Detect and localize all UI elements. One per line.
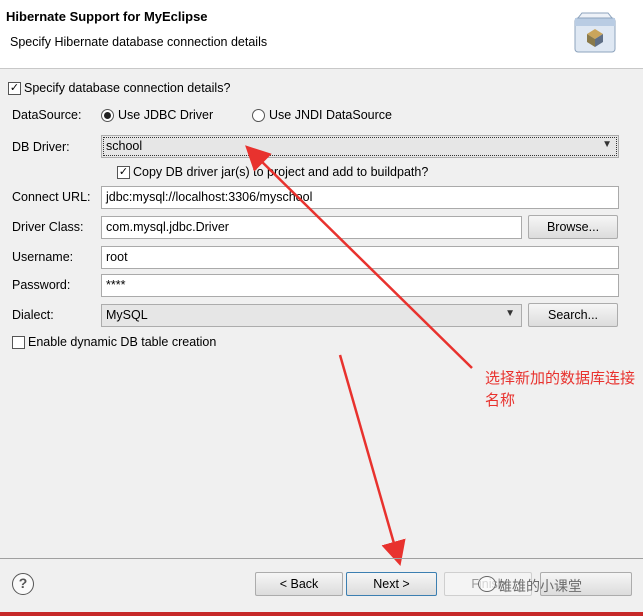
radio-use-jdbc[interactable]: [101, 109, 114, 122]
driver-class-label: Driver Class:: [12, 220, 84, 234]
wizard-title: Hibernate Support for MyEclipse: [6, 9, 208, 24]
watermark-text: 雄雄的小课堂: [498, 578, 582, 594]
radio-use-jdbc-label: Use JDBC Driver: [118, 108, 214, 122]
arrow-to-next-button: [338, 354, 406, 567]
radio-use-jndi[interactable]: [252, 109, 265, 122]
db-driver-value: school: [106, 139, 143, 153]
browse-button[interactable]: Browse...: [528, 215, 618, 239]
wizard-banner: Hibernate Support for MyEclipse Specify …: [0, 0, 643, 69]
specify-details-label: Specify database connection details?: [24, 81, 231, 95]
dynamic-table-label: Enable dynamic DB table creation: [28, 335, 217, 349]
username-input[interactable]: root: [101, 246, 619, 269]
copy-jars-label: Copy DB driver jar(s) to project and add…: [133, 165, 429, 179]
search-button[interactable]: Search...: [528, 303, 618, 327]
db-driver-select[interactable]: school ▼: [101, 135, 619, 158]
next-button[interactable]: Next >: [346, 572, 437, 596]
footer-separator: [0, 558, 643, 559]
chevron-down-icon: ▼: [602, 139, 612, 150]
driver-class-input[interactable]: com.mysql.jdbc.Driver: [101, 216, 522, 239]
password-input[interactable]: ****: [101, 274, 619, 297]
db-driver-label: DB Driver:: [12, 140, 70, 154]
dynamic-table-checkbox[interactable]: [12, 336, 25, 349]
copy-jars-checkbox[interactable]: ✓: [117, 166, 130, 179]
dialect-value: MySQL: [106, 308, 148, 322]
chevron-down-icon: ▼: [505, 308, 515, 319]
dialect-label: Dialect:: [12, 308, 54, 322]
connect-url-input[interactable]: jdbc:mysql://localhost:3306/myschool: [101, 186, 619, 209]
bottom-border: [0, 612, 643, 616]
connect-url-label: Connect URL:: [12, 190, 91, 204]
help-icon[interactable]: ?: [12, 573, 34, 595]
annotation-text: 选择新加的数据库连接名称: [485, 370, 636, 409]
check-icon: ✓: [118, 166, 129, 178]
wizard-banner-icon: [574, 12, 616, 53]
username-label: Username:: [12, 250, 74, 264]
datasource-label: DataSource:: [12, 108, 82, 122]
back-button[interactable]: < Back: [255, 572, 343, 596]
wizard-subtitle: Specify Hibernate database connection de…: [10, 35, 268, 49]
password-label: Password:: [12, 278, 71, 292]
dialect-select[interactable]: MySQL ▼: [101, 304, 522, 327]
specify-details-checkbox[interactable]: ✓: [8, 82, 21, 95]
watermark-icon: [478, 576, 496, 592]
check-icon: ✓: [9, 82, 20, 94]
radio-use-jndi-label: Use JNDI DataSource: [269, 108, 392, 122]
